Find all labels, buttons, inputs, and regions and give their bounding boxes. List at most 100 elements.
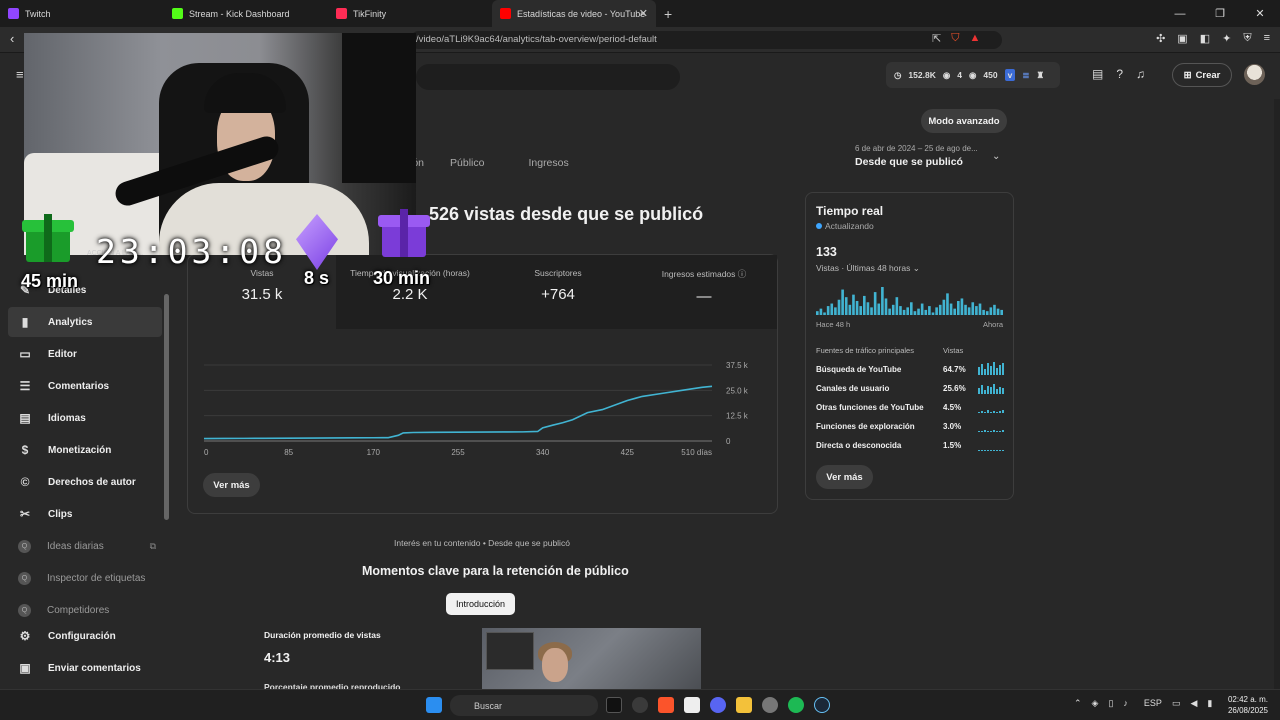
kick-favicon-icon bbox=[172, 8, 183, 19]
sparkline-bar bbox=[990, 366, 992, 375]
sidebar-item-analytics[interactable]: ▮ Analytics bbox=[8, 307, 162, 337]
back-icon[interactable]: ‹ bbox=[10, 31, 14, 46]
hamburger-icon[interactable]: ≡ bbox=[16, 67, 24, 82]
url-field[interactable]: /video/aTLi9K9ac64/analytics/tab-overvie… bbox=[410, 31, 1002, 49]
app-u-icon[interactable] bbox=[606, 697, 622, 713]
gift-ribbon bbox=[44, 214, 52, 262]
metric-watch-time[interactable]: Tiempo de visualización (horas) 2.2 K bbox=[336, 255, 484, 329]
minimize-icon[interactable]: — bbox=[1160, 8, 1200, 20]
feedback-icon[interactable]: ▤ bbox=[1092, 67, 1103, 81]
folder-icon[interactable] bbox=[736, 697, 752, 713]
discord-icon[interactable] bbox=[710, 697, 726, 713]
sidebar-item-enviar-comentarios[interactable]: ▣ Enviar comentarios bbox=[8, 653, 162, 683]
tab-youtube-analytics[interactable]: Estadísticas de video - YouTube ✕ bbox=[492, 0, 656, 27]
clock[interactable]: 02:42 a. m. 26/08/2025 bbox=[1228, 694, 1268, 716]
ext-app-icon: Q bbox=[18, 539, 31, 553]
sparkline-bar bbox=[978, 450, 980, 451]
tab-kick[interactable]: Stream - Kick Dashboard bbox=[164, 0, 328, 27]
taskbar-search[interactable]: Buscar bbox=[450, 695, 598, 716]
tray-chevron-icon[interactable]: ⌃ bbox=[1074, 698, 1082, 709]
realtime-bar bbox=[884, 298, 888, 315]
realtime-bar bbox=[826, 306, 830, 315]
realtime-status-text: Actualizando bbox=[825, 221, 874, 231]
realtime-bar bbox=[859, 306, 862, 315]
system-tray: ⌃ ◈ ▯ ♪ ESP ▭ ◀ ▮ bbox=[1074, 698, 1212, 709]
info-icon[interactable]: ⓘ bbox=[738, 269, 747, 279]
tray-mic-icon[interactable]: ♪ bbox=[1123, 698, 1128, 709]
eye-icon: ◉ bbox=[969, 69, 977, 80]
sidebar-item-clips[interactable]: ✂ Clips bbox=[8, 499, 162, 529]
volume-icon[interactable]: ◀ bbox=[1190, 698, 1197, 709]
help-icon[interactable]: ? bbox=[1116, 67, 1123, 81]
extension-stats-pill[interactable]: ◷ 152.8K ◉ 4 ◉ 450 v ≣ ♜ bbox=[886, 62, 1060, 88]
sidebar-item-ideas-diarias[interactable]: Q Ideas diarias ⧉ bbox=[8, 531, 162, 561]
date-range[interactable]: 6 de abr de 2024 – 25 de ago de... bbox=[855, 144, 978, 153]
spotify-icon[interactable] bbox=[788, 697, 804, 713]
bell-icon[interactable]: ♫ bbox=[1136, 67, 1145, 81]
share-icon[interactable]: ⇱ bbox=[932, 32, 941, 45]
clock-icon: ◷ bbox=[894, 69, 902, 80]
windows-start-icon[interactable] bbox=[426, 697, 442, 713]
metric-revenue[interactable]: Ingresos estimados ⓘ — bbox=[631, 255, 777, 329]
avg-duration-value: 4:13 bbox=[264, 650, 291, 665]
close-window-icon[interactable]: ✕ bbox=[1240, 7, 1280, 20]
tray-app-icon[interactable]: ◈ bbox=[1092, 698, 1099, 709]
realtime-value: 133 bbox=[816, 245, 837, 259]
metric-subscribers[interactable]: Suscriptores +764 bbox=[484, 255, 632, 329]
realtime-label[interactable]: Vistas · Últimas 48 horas ⌄ bbox=[816, 263, 920, 274]
tab-audience[interactable]: Público bbox=[450, 157, 484, 169]
see-more-button[interactable]: Ver más bbox=[203, 473, 260, 497]
capcut-icon[interactable] bbox=[684, 697, 700, 713]
period-select[interactable]: Desde que se publicó bbox=[855, 156, 963, 168]
brave-icon[interactable] bbox=[658, 697, 674, 713]
leo-icon[interactable]: ✦ bbox=[1222, 32, 1231, 45]
maximize-icon[interactable]: ❐ bbox=[1200, 7, 1240, 20]
vpn-icon[interactable]: ⛨ bbox=[1243, 32, 1251, 45]
new-tab-button[interactable]: + bbox=[664, 6, 672, 22]
tab-revenue[interactable]: Ingresos bbox=[528, 157, 568, 169]
sidebar-item-label: Inspector de etiquetas bbox=[47, 572, 146, 584]
sparkline-bar bbox=[981, 411, 983, 413]
tray-device-icon[interactable]: ▯ bbox=[1108, 698, 1113, 709]
menu-icon[interactable]: ≡ bbox=[1264, 32, 1270, 45]
extensions-icon[interactable]: ✣ bbox=[1156, 32, 1165, 45]
views-line-chart: 0 12.5 k 25.0 k 37.5 k 0 85 170 255 340 425 510 dí… bbox=[203, 361, 749, 457]
sidebar-toggle-icon[interactable]: ◧ bbox=[1200, 32, 1210, 45]
app-obs-icon[interactable] bbox=[632, 697, 648, 713]
chevron-down-icon[interactable]: ⌄ bbox=[992, 151, 1000, 162]
avatar[interactable] bbox=[1244, 64, 1265, 85]
brave-shield-icon[interactable]: ⛉ bbox=[951, 32, 959, 45]
main-scrollbar[interactable] bbox=[1274, 99, 1280, 689]
brave-rewards-icon[interactable]: ▲ bbox=[969, 32, 980, 45]
battery-icon[interactable]: ▮ bbox=[1207, 698, 1212, 709]
sidebar-item-inspector-de-etiquetas[interactable]: Q Inspector de etiquetas bbox=[8, 563, 162, 593]
realtime-bar bbox=[971, 302, 975, 315]
search-input[interactable] bbox=[416, 64, 680, 90]
traffic-source-row[interactable]: Directa o desconocida 1.5% bbox=[816, 441, 1006, 460]
sidebar-item-configuración[interactable]: ⚙ Configuración bbox=[8, 621, 162, 651]
sidebar-item-derechos-de-autor[interactable]: © Derechos de autor bbox=[8, 467, 162, 497]
language-indicator[interactable]: ESP bbox=[1144, 698, 1162, 709]
tab-tikfinity[interactable]: TikFinity bbox=[328, 0, 492, 27]
reading-icon[interactable]: ▣ bbox=[1177, 32, 1187, 45]
sidebar-item-idiomas[interactable]: ▤ Idiomas bbox=[8, 403, 162, 433]
external-link-icon[interactable]: ⧉ bbox=[150, 541, 156, 552]
realtime-bar bbox=[881, 287, 884, 315]
create-button[interactable]: ⊞ Crear bbox=[1172, 63, 1232, 87]
close-tab-icon[interactable]: ✕ bbox=[639, 7, 648, 20]
advanced-mode-button[interactable]: Modo avanzado bbox=[921, 109, 1007, 133]
sidebar-item-editor[interactable]: ▭ Editor bbox=[8, 339, 162, 369]
sidebar-item-monetización[interactable]: $ Monetización bbox=[8, 435, 162, 465]
crystal-label: 8 s bbox=[304, 268, 330, 288]
status-dot-icon bbox=[816, 223, 822, 229]
app-circle-icon[interactable] bbox=[762, 697, 778, 713]
tab-twitch[interactable]: Twitch bbox=[0, 0, 164, 27]
intro-chip[interactable]: Introducción bbox=[446, 593, 515, 615]
video-thumbnail[interactable] bbox=[482, 628, 701, 692]
steam-icon[interactable] bbox=[814, 697, 830, 713]
realtime-see-more-button[interactable]: Ver más bbox=[816, 465, 873, 489]
network-icon[interactable]: ▭ bbox=[1172, 698, 1181, 709]
sidebar-item-comentarios[interactable]: ☰ Comentarios bbox=[8, 371, 162, 401]
realtime-bar bbox=[967, 307, 971, 315]
sidebar-scrollbar[interactable] bbox=[164, 294, 169, 520]
